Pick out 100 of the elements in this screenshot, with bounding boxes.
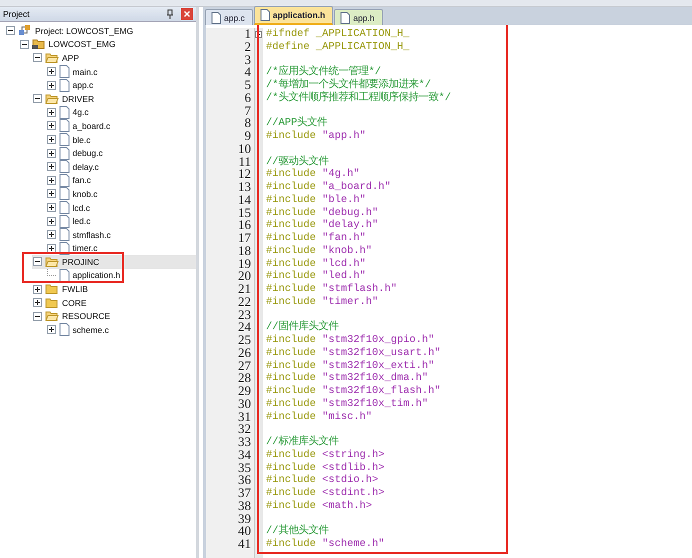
line-number: 13 [237,181,251,194]
expand-icon[interactable] [46,80,56,90]
collapse-icon[interactable] [20,40,28,49]
code-string: "stmflash.h" [322,283,397,295]
tree-item[interactable]: application.h [72,270,120,280]
line-number: 23 [237,308,251,322]
collapse-icon[interactable] [6,26,15,36]
line-number: 32 [237,423,251,436]
expand-icon[interactable] [46,148,56,158]
expand-icon[interactable] [46,230,56,240]
tree-item[interactable]: timer.c [72,243,98,254]
collapse-icon[interactable] [33,94,42,104]
code-string: "stm32f10x_dma.h" [322,372,428,384]
line-number: 17 [237,232,251,245]
tree-item[interactable]: CORE [62,298,87,308]
expand-icon[interactable] [46,244,56,253]
code-comment: //驱动头文件 [266,156,328,168]
file-icon [58,106,70,119]
tree-item[interactable]: app.c [72,80,94,90]
code-string: "misc.h" [322,410,372,422]
code-comment: //固件库头文件 [266,321,338,334]
code-keyword: #include [266,258,316,270]
line-number: 15 [237,206,251,220]
code-keyword: #include [266,130,316,142]
tree-item[interactable]: scheme.c [72,324,109,335]
line-number: 37 [237,487,251,500]
tree-item[interactable]: ble.c [72,134,90,145]
tree-item[interactable]: PROJINC [62,256,100,267]
code-keyword: #include [266,270,316,282]
code-string: "fan.h" [322,232,366,244]
code-keyword: #include [266,448,316,461]
line-number: 41 [237,538,251,551]
tree-item[interactable]: DRIVER [62,94,94,104]
code-string: "stm32f10x_gpio.h" [322,334,434,346]
code-string: "app.h" [322,130,366,142]
expand-icon[interactable] [46,108,56,117]
file-icon [58,174,70,187]
tree-item[interactable]: a_board.c [72,120,110,131]
tree-item[interactable]: Project: LOWCOST_EMG [35,26,134,36]
line-number: 6 [244,92,251,104]
expand-icon[interactable] [46,121,56,130]
expand-icon[interactable] [33,284,42,294]
tree-item[interactable]: APP [62,52,80,63]
tree-item[interactable]: fan.c [72,175,91,186]
line-number: 5 [244,79,251,92]
tree-item[interactable]: main.c [72,66,98,77]
expand-icon[interactable] [46,216,56,226]
expand-icon[interactable] [46,67,56,76]
code-keyword: #include [266,462,316,474]
file-icon [58,187,70,200]
code-string: "stm32f10x_tim.h" [322,398,428,410]
code-string: "led.h" [322,270,366,282]
code-string: "debug.h" [322,206,378,218]
tree-item[interactable]: RESOURCE [62,311,110,322]
code-keyword: #include [266,538,316,550]
expand-icon[interactable] [46,162,56,172]
file-icon [260,9,270,21]
expand-icon[interactable] [33,298,42,308]
collapse-icon[interactable] [33,312,42,321]
tree-item[interactable]: stmflash.c [72,230,111,240]
code-keyword: #include [266,372,316,384]
line-number: 28 [237,372,251,385]
line-number: 36 [237,474,251,487]
collapse-icon[interactable] [33,257,42,266]
code-keyword: #include [266,346,316,359]
expand-icon[interactable] [46,189,56,198]
code-line: #ifndef _APPLICATION_H_ [266,28,410,40]
tree-item[interactable]: knob.c [72,188,98,199]
line-number: 4 [244,66,251,79]
expand-icon[interactable] [46,203,56,212]
expand-icon[interactable] [46,176,56,185]
line-number: 18 [237,244,251,258]
line-number: 12 [237,168,251,181]
line-number: 16 [237,219,251,232]
line-number: 8 [244,117,251,130]
code-comment: //APP头文件 [266,117,328,130]
code-keyword: #include [266,487,316,499]
tree-item[interactable]: lcd.c [72,202,90,213]
tree-item[interactable]: led.c [72,216,90,226]
file-icon [58,146,70,160]
tree-item[interactable]: FWLIB [62,284,88,294]
tree-item[interactable]: delay.c [72,162,99,172]
expand-icon[interactable] [46,325,56,334]
tree-item[interactable]: debug.c [72,148,103,158]
folder-icon [45,52,59,64]
line-number: 39 [237,512,251,526]
pin-icon[interactable] [166,9,174,19]
file-tab[interactable]: app.h [334,9,382,25]
code-keyword: #include [266,334,316,346]
line-number: 29 [237,385,251,398]
file-tab[interactable]: application.h [254,6,334,25]
expand-icon[interactable] [46,135,56,144]
tree-item[interactable]: LOWCOST_EMG [48,39,116,50]
line-number: 1 [244,28,251,41]
tree-item[interactable]: 4g.c [72,107,89,118]
close-icon[interactable] [181,8,193,20]
file-tab[interactable]: app.c [205,9,253,25]
collapse-icon[interactable] [33,53,42,62]
file-icon [58,65,70,78]
code-keyword: #include [266,194,316,206]
